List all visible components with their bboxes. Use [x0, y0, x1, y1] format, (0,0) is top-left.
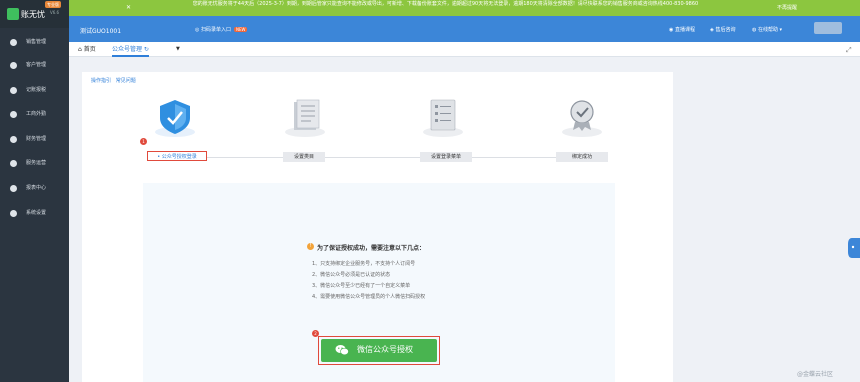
gear-icon [10, 210, 17, 217]
chat-assistant-icon[interactable] [848, 238, 860, 258]
sidebar-item-finance[interactable]: 财务管理 [0, 133, 69, 145]
sidebar-item-label: 报表中心 [26, 185, 47, 191]
step-number-badge: 1 [140, 138, 147, 145]
after-sales-label: 售后咨询 [715, 27, 736, 33]
menu-list-icon [423, 99, 463, 137]
guide-link[interactable]: 操作指引 [91, 78, 111, 84]
sales-icon [10, 39, 17, 46]
live-course-link[interactable]: ◉ 直播课程 [669, 26, 695, 33]
chevron-down-icon: ▾ [777, 27, 783, 33]
tip-item: 4、需要使用微信公众号管理员的个人微信扫码授权 [312, 294, 426, 300]
tab-home[interactable]: ⌂ 首页 [78, 42, 96, 57]
briefcase-icon [10, 111, 17, 118]
document-icon [285, 99, 325, 137]
sidebar-item-reports[interactable]: 报表中心 [0, 182, 69, 194]
tab-current-label: 公众号管理 [112, 46, 143, 53]
sidebar: 账无忧 V6.6 专业版 销售管理 客户管理 记账报税 工商外勤 财务管理 服务… [0, 0, 69, 382]
tip-item: 1、只支持绑定企业服务号，不支持个人订阅号 [312, 261, 416, 267]
sidebar-item-service-ops[interactable]: 服务运营 [0, 157, 69, 169]
refresh-icon[interactable]: ↻ [142, 46, 149, 53]
tabs-bar: ⌂ 首页 公众号管理 ↻ ▼ [69, 42, 860, 57]
avatar[interactable] [814, 22, 842, 34]
logo-icon [7, 8, 19, 20]
sidebar-item-label: 工商外勤 [26, 111, 47, 117]
app-logo[interactable]: 账无忧 V6.6 专业版 [0, 0, 69, 28]
sidebar-item-customers[interactable]: 客户管理 [0, 59, 69, 71]
app-version: V6.6 [50, 10, 60, 15]
pie-chart-icon [10, 185, 17, 192]
warning-icon: ! [307, 243, 314, 250]
wechat-authorize-button[interactable]: 微信公众号授权 [321, 339, 437, 362]
sidebar-item-label: 客户管理 [26, 62, 47, 68]
auth-button-label: 微信公众号授权 [357, 345, 413, 354]
notice-text: 您的账无忧服务将于44天后（2025-3-7）到期，到期后管家只能查询不能修改或… [192, 1, 699, 7]
step-set-login-menu[interactable]: 设置登录菜单 [420, 152, 472, 162]
steps-connector [178, 157, 588, 158]
app-name: 账无忧 [21, 10, 45, 19]
sidebar-item-label: 记账报税 [26, 87, 47, 93]
fullscreen-icon[interactable]: ⤢ [846, 46, 852, 55]
live-course-label: 直播课程 [674, 27, 695, 33]
faq-link[interactable]: 常见问题 [116, 78, 136, 84]
sidebar-item-label: 财务管理 [26, 136, 47, 142]
sidebar-item-settings[interactable]: 系统设置 [0, 207, 69, 219]
online-help-link[interactable]: ◍ 在线帮助 ▾ [752, 26, 782, 33]
sidebar-item-bookkeeping[interactable]: 记账报税 [0, 84, 69, 96]
tips-title: 为了保证授权成功，需要注意以下几点： [317, 245, 426, 252]
check-badge-icon [562, 100, 602, 137]
tab-home-label: 首页 [83, 46, 96, 53]
wechat-icon [335, 345, 349, 356]
tab-official-account[interactable]: 公众号管理 ↻ [112, 42, 149, 57]
tab-menu-dropdown[interactable]: ▼ [176, 42, 180, 57]
step-bind-success[interactable]: 绑定成功 [556, 152, 608, 162]
caret-down-icon: ▼ [176, 46, 180, 52]
finance-icon [10, 136, 17, 143]
watermark: @金蝶云社区 [797, 371, 834, 378]
after-sales-link[interactable]: ◈ 售后咨询 [710, 26, 735, 33]
sidebar-item-sales[interactable]: 销售管理 [0, 36, 69, 48]
user-icon [10, 62, 17, 69]
book-icon [10, 87, 17, 94]
edition-badge: 专业版 [45, 1, 61, 8]
company-name[interactable]: 测试GUO1001 [80, 26, 121, 35]
help-links: 操作指引 常见问题 [91, 77, 136, 84]
step-authorize-login[interactable]: • 公众号授权登录 [147, 151, 207, 161]
tip-item: 3、微信公众号至少已经有了一个自定义菜单 [312, 283, 411, 289]
dismiss-notice-button[interactable]: 不再提醒 [777, 4, 797, 11]
tip-item: 2、微信公众号必须是已认证的状态 [312, 272, 391, 278]
sidebar-item-field-services[interactable]: 工商外勤 [0, 108, 69, 120]
scan-entry-label: 扫码录单入口 [200, 27, 231, 33]
sidebar-item-label: 销售管理 [26, 39, 47, 45]
shield-icon [155, 100, 195, 137]
online-help-label: 在线帮助 [757, 27, 778, 33]
chat-icon [10, 160, 17, 167]
new-badge: NEW [233, 27, 248, 32]
scan-entry-link[interactable]: ◎ 扫码录单入口 NEW [195, 26, 248, 33]
sidebar-item-label: 系统设置 [26, 210, 47, 216]
sidebar-item-label: 服务运营 [26, 160, 47, 166]
step-set-category[interactable]: 设置类目 [283, 152, 325, 162]
